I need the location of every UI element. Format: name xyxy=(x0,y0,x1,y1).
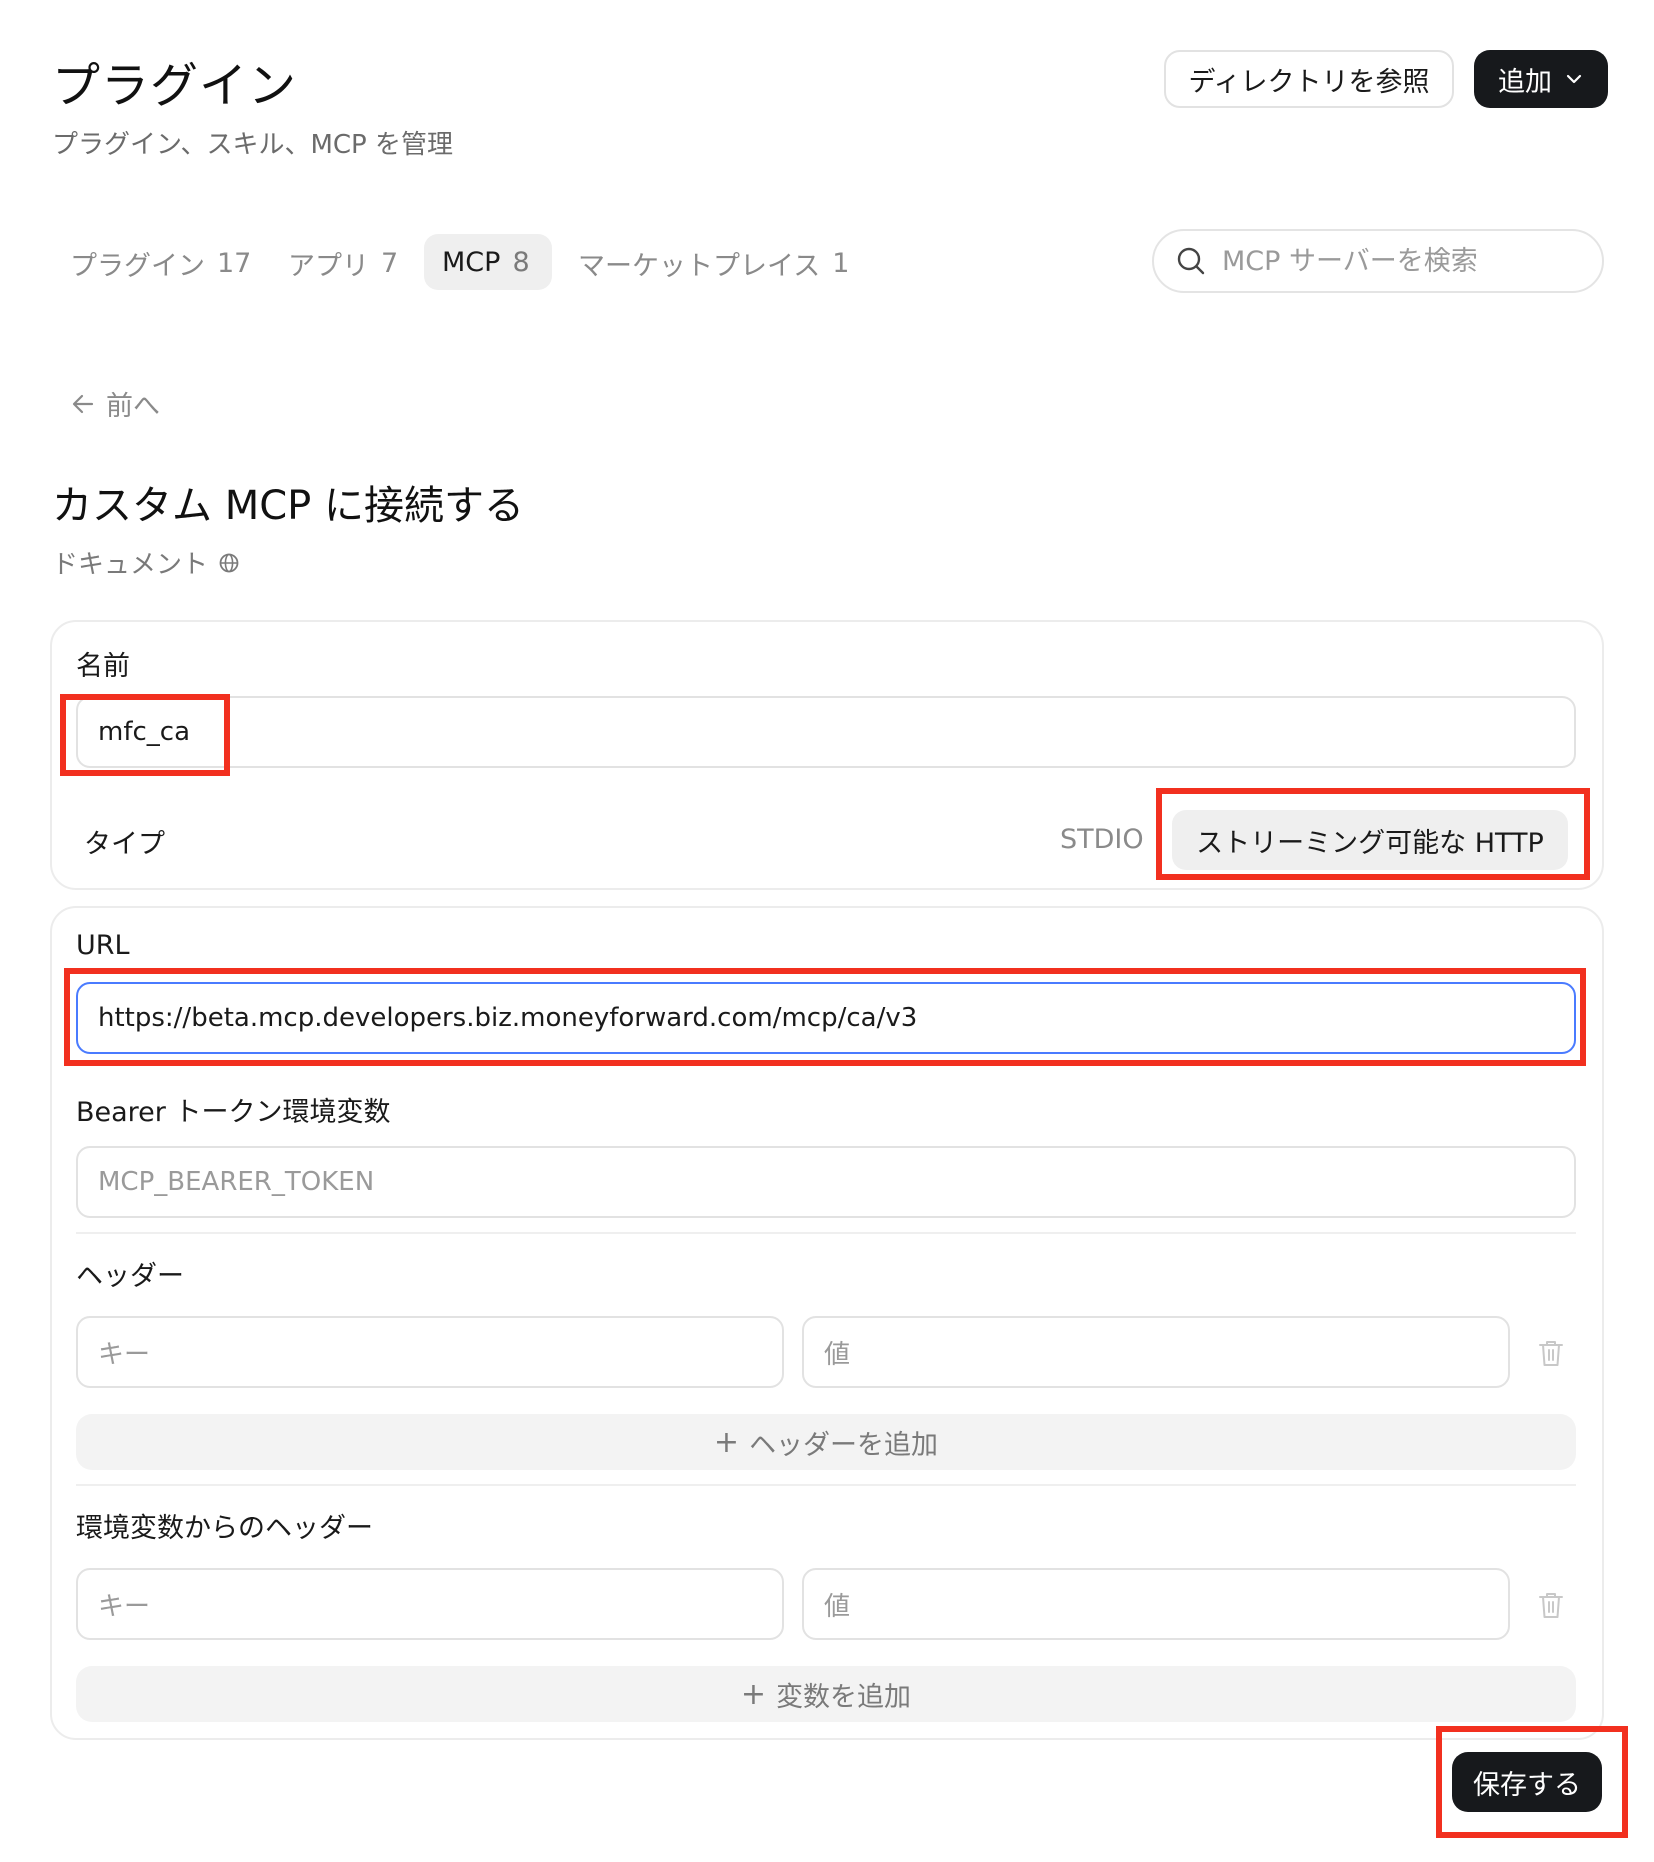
search-input[interactable] xyxy=(1222,245,1562,277)
add-variable-button[interactable]: + 変数を追加 xyxy=(76,1666,1576,1722)
chevron-down-icon xyxy=(1566,74,1582,84)
header-key-placeholder: キー xyxy=(98,1339,151,1370)
url-label: URL xyxy=(76,930,130,961)
trash-icon[interactable] xyxy=(1537,1338,1565,1368)
add-button-label: 追加 xyxy=(1498,66,1552,98)
bearer-token-label: Bearer トークン環境変数 xyxy=(76,1097,391,1128)
env-header-value-placeholder: 値 xyxy=(824,1591,851,1622)
headers-label: ヘッダー xyxy=(76,1261,184,1292)
browse-directory-button[interactable]: ディレクトリを参照 xyxy=(1164,50,1454,108)
search-box[interactable] xyxy=(1152,229,1604,293)
name-label: 名前 xyxy=(76,651,130,682)
tab-label: アプリ xyxy=(288,250,369,282)
header-key-field[interactable]: キー xyxy=(76,1316,784,1388)
env-header-key-field[interactable]: キー xyxy=(76,1568,784,1640)
tab-count: 17 xyxy=(217,247,252,279)
section-title: カスタム MCP に接続する xyxy=(52,483,524,529)
page-subtitle: プラグイン、スキル、MCP を管理 xyxy=(52,130,453,160)
header-value-placeholder: 値 xyxy=(824,1339,851,1370)
trash-icon[interactable] xyxy=(1537,1590,1565,1620)
documentation-label: ドキュメント xyxy=(52,550,209,580)
tab-label: マーケットプレイス xyxy=(578,250,821,282)
tab-label: プラグイン xyxy=(70,250,205,282)
bearer-token-field[interactable]: MCP_BEARER_TOKEN xyxy=(76,1146,1576,1218)
header-value-field[interactable]: 値 xyxy=(802,1316,1510,1388)
add-header-label: ヘッダーを追加 xyxy=(749,1429,939,1461)
tab-apps[interactable]: アプリ 7 xyxy=(270,236,416,290)
tab-count: 1 xyxy=(832,247,850,279)
name-highlight-box xyxy=(60,694,230,776)
back-label: 前へ xyxy=(106,391,160,422)
add-variable-label: 変数を追加 xyxy=(776,1681,912,1713)
env-headers-label: 環境変数からのヘッダー xyxy=(76,1513,373,1544)
plus-icon: + xyxy=(713,1424,740,1460)
env-header-key-placeholder: キー xyxy=(98,1591,151,1622)
plus-icon: + xyxy=(740,1676,767,1712)
bearer-token-placeholder: MCP_BEARER_TOKEN xyxy=(98,1167,375,1197)
url-highlight-box xyxy=(64,968,1586,1066)
tab-count: 8 xyxy=(512,246,530,278)
divider xyxy=(76,1484,1576,1486)
back-link[interactable]: 前へ xyxy=(70,384,160,423)
documentation-link[interactable]: ドキュメント xyxy=(52,544,240,581)
save-highlight-box xyxy=(1436,1726,1628,1838)
globe-icon xyxy=(219,553,239,572)
search-icon xyxy=(1177,247,1205,275)
add-header-button[interactable]: + ヘッダーを追加 xyxy=(76,1414,1576,1470)
add-button[interactable]: 追加 xyxy=(1474,50,1608,108)
type-highlight-box xyxy=(1156,788,1590,880)
env-header-value-field[interactable]: 値 xyxy=(802,1568,1510,1640)
arrow-left-icon xyxy=(72,394,94,413)
tab-label: MCP xyxy=(442,246,501,278)
tab-mcp[interactable]: MCP 8 xyxy=(424,234,552,290)
type-label: タイプ xyxy=(84,829,165,860)
tab-marketplace[interactable]: マーケットプレイス 1 xyxy=(560,236,867,290)
type-option-stdio[interactable]: STDIO xyxy=(1060,824,1144,855)
tab-count: 7 xyxy=(381,247,399,279)
page-title: プラグイン xyxy=(52,58,298,114)
name-field[interactable]: mfc_ca xyxy=(76,696,1576,768)
tab-plugins[interactable]: プラグイン 17 xyxy=(52,236,269,290)
divider xyxy=(76,1232,1576,1234)
browse-directory-label: ディレクトリを参照 xyxy=(1188,66,1430,98)
